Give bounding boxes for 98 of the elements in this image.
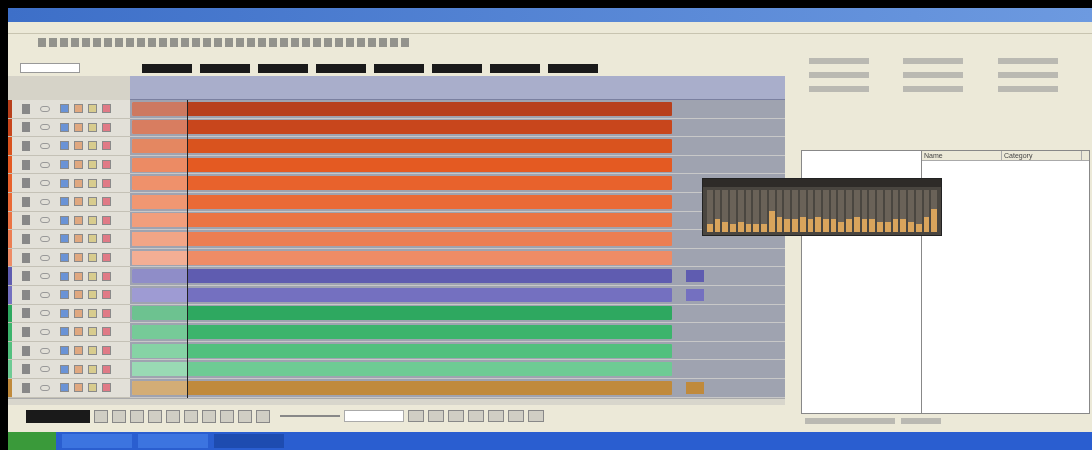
audio-clip[interactable] xyxy=(132,194,672,209)
audio-clip[interactable] xyxy=(132,231,672,246)
clip-label-bar xyxy=(132,101,188,116)
knob-icon[interactable] xyxy=(40,105,50,112)
audio-clip[interactable] xyxy=(132,213,672,228)
timecode-display xyxy=(142,64,192,73)
clip-label-bar xyxy=(132,231,188,246)
track-icon xyxy=(22,233,30,244)
track-icon xyxy=(22,271,30,282)
transport-button[interactable] xyxy=(166,409,180,423)
audio-clip[interactable] xyxy=(132,120,672,135)
audio-clip[interactable] xyxy=(686,270,704,283)
transport-button[interactable] xyxy=(428,410,444,422)
audio-clip[interactable] xyxy=(132,250,672,265)
clip-label-bar xyxy=(132,269,188,284)
transport-button[interactable] xyxy=(528,410,544,422)
audio-clip[interactable] xyxy=(132,287,672,302)
transport-button[interactable] xyxy=(220,409,234,423)
audio-clip[interactable] xyxy=(132,157,672,172)
audio-clip[interactable] xyxy=(132,176,672,191)
transport-button[interactable] xyxy=(112,409,126,423)
track-icon xyxy=(22,382,30,393)
knob-icon[interactable] xyxy=(40,273,50,280)
timecode-display xyxy=(432,64,482,73)
knob-icon[interactable] xyxy=(40,124,50,131)
timecode-display xyxy=(490,64,540,73)
audio-clip[interactable] xyxy=(132,306,672,321)
clip-label-bar xyxy=(132,176,188,191)
transport-button[interactable] xyxy=(448,410,464,422)
timecode-display xyxy=(374,64,424,73)
knob-icon[interactable] xyxy=(40,180,50,187)
track-icon xyxy=(22,308,30,319)
transport-button[interactable] xyxy=(184,409,198,423)
audio-clip[interactable] xyxy=(132,343,672,358)
knob-icon[interactable] xyxy=(40,384,50,391)
track-icon xyxy=(22,196,30,207)
knob-icon[interactable] xyxy=(40,161,50,168)
clip-label-bar xyxy=(132,250,188,265)
clip-label-bar xyxy=(132,343,188,358)
knob-icon[interactable] xyxy=(40,291,50,298)
track-icon xyxy=(22,345,30,356)
knob-icon[interactable] xyxy=(40,198,50,205)
transport-button[interactable] xyxy=(202,409,216,423)
clip-label-bar xyxy=(132,306,188,321)
audio-clip[interactable] xyxy=(132,324,672,339)
knob-icon[interactable] xyxy=(40,347,50,354)
track-icon xyxy=(22,103,30,114)
status-bar-field xyxy=(901,417,941,424)
clip-label-bar xyxy=(132,157,188,172)
track-icon xyxy=(22,178,30,189)
transport-button[interactable] xyxy=(130,409,144,423)
knob-icon[interactable] xyxy=(40,366,50,373)
track-icon xyxy=(22,141,30,151)
transport-button[interactable] xyxy=(468,410,484,422)
transport-button[interactable] xyxy=(488,410,504,422)
clip-label-bar xyxy=(132,362,188,377)
transport-button[interactable] xyxy=(238,409,252,423)
audio-clip[interactable] xyxy=(132,380,672,395)
audio-clip[interactable] xyxy=(686,381,704,394)
clip-label-bar xyxy=(132,213,188,228)
clip-label-bar xyxy=(132,120,188,135)
track-icon xyxy=(22,122,30,133)
time-display xyxy=(26,409,90,423)
audio-clip[interactable] xyxy=(132,101,672,116)
knob-icon[interactable] xyxy=(40,254,50,261)
transport-button[interactable] xyxy=(94,409,108,423)
audio-clip[interactable] xyxy=(686,288,704,301)
knob-icon[interactable] xyxy=(40,328,50,335)
input-field[interactable] xyxy=(20,63,80,73)
timecode-display xyxy=(200,64,250,73)
clip-label-bar xyxy=(132,194,188,209)
timecode-display xyxy=(258,64,308,73)
track-icon xyxy=(22,159,30,170)
track-icon xyxy=(22,252,30,263)
clip-label-bar xyxy=(132,324,188,339)
transport-button[interactable] xyxy=(408,410,424,422)
track-icon xyxy=(22,326,30,337)
transport-button[interactable] xyxy=(148,409,162,423)
knob-icon[interactable] xyxy=(40,217,50,224)
audio-clip[interactable] xyxy=(132,269,672,284)
track-icon xyxy=(22,215,30,226)
timecode-display xyxy=(316,64,366,73)
start-button[interactable] xyxy=(8,432,56,450)
knob-icon[interactable] xyxy=(40,310,50,317)
clip-label-bar xyxy=(132,139,188,153)
track-icon xyxy=(22,364,30,375)
knob-icon[interactable] xyxy=(40,235,50,242)
clip-label-bar xyxy=(132,380,188,395)
audio-clip[interactable] xyxy=(132,139,672,153)
clip-label-bar xyxy=(132,287,188,302)
knob-icon[interactable] xyxy=(40,143,50,149)
transport-button[interactable] xyxy=(508,410,524,422)
scroll-bar[interactable] xyxy=(8,397,785,405)
dropdown-field[interactable] xyxy=(344,410,404,422)
track-icon xyxy=(22,289,30,300)
timecode-display xyxy=(548,64,598,73)
audio-clip[interactable] xyxy=(132,362,672,377)
transport-button[interactable] xyxy=(256,409,270,423)
